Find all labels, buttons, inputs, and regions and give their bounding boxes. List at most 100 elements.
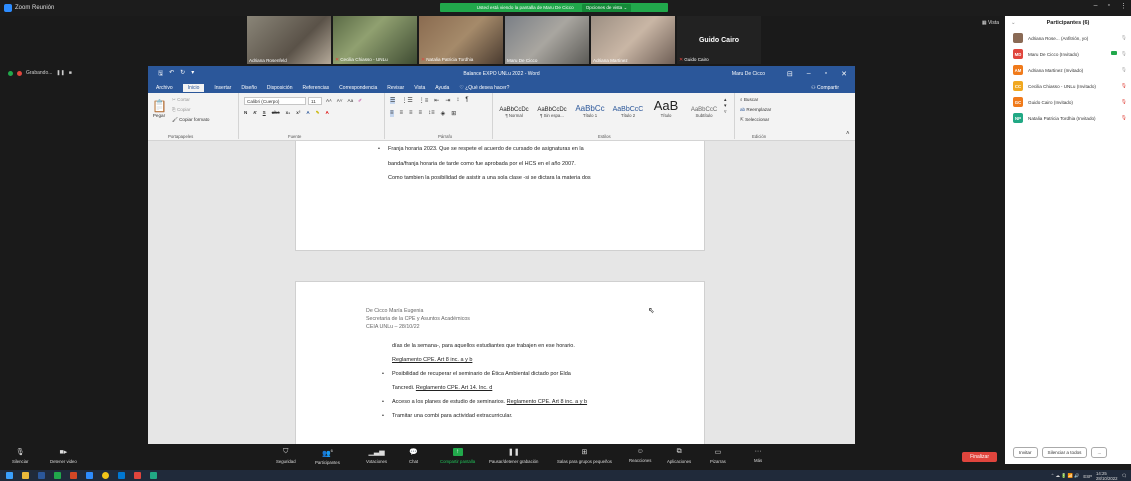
tell-me-search[interactable]: ♡ ¿Qué desea hacer?	[459, 85, 509, 91]
apps-button[interactable]: ⧉ Aplicaciones	[667, 448, 691, 464]
video-tile[interactable]: ✕Cecilia Chiasso - UNLu	[333, 16, 417, 64]
tab-ayuda[interactable]: Ayuda	[435, 85, 449, 91]
stop-icon[interactable]: ■	[69, 70, 72, 76]
start-icon[interactable]	[6, 472, 13, 479]
align-right-icon[interactable]: ≡	[409, 110, 413, 117]
participant-row[interactable]: NP Natalia Patricia Tordhia (Invitado) 🎙	[1005, 110, 1131, 126]
bold-icon[interactable]: N	[244, 110, 247, 116]
participant-row[interactable]: Adriana Rose... (Anfitrión, yo) 🎙	[1005, 30, 1131, 46]
show-formatting-icon[interactable]: ¶	[465, 97, 468, 104]
decrease-indent-icon[interactable]: ⇤	[434, 97, 439, 104]
security-button[interactable]: ⛉ Seguridad	[276, 448, 296, 464]
mute-button[interactable]: 🎙 Silenciar	[12, 448, 28, 464]
invite-button[interactable]: Invitar	[1013, 446, 1038, 458]
mute-all-button[interactable]: Silenciar a todos	[1041, 446, 1088, 458]
view-options-button[interactable]: Opciones de vista ⌄	[581, 3, 632, 12]
format-painter-button[interactable]: 🖌 Copiar formato	[172, 117, 210, 123]
maximize-icon[interactable]: ▫	[1108, 2, 1110, 10]
justify-icon[interactable]: ≡	[419, 110, 423, 117]
app-taskbar-icon[interactable]	[150, 472, 157, 479]
tab-archivo[interactable]: Archivo	[156, 85, 173, 91]
line-spacing-icon[interactable]: ↕≡	[428, 110, 435, 117]
cut-button[interactable]: ✂ Cortar	[172, 97, 190, 103]
record-button[interactable]: ❚❚ Pausar/detener grabación	[489, 448, 538, 464]
more-button[interactable]: ··· Más	[754, 448, 762, 463]
reactions-button[interactable]: ☺ Reacciones	[629, 448, 651, 463]
chevron-down-icon[interactable]: ⌄	[1011, 20, 1016, 26]
maximize-icon[interactable]: ▫	[825, 70, 827, 78]
word-taskbar-icon[interactable]	[38, 472, 45, 479]
style-heading-2[interactable]: AaBbCcC Título 2	[610, 97, 646, 125]
notifications-icon[interactable]: 🗨	[1122, 473, 1127, 479]
strikethrough-icon[interactable]: abc	[272, 110, 280, 116]
app-taskbar-icon[interactable]	[134, 472, 141, 479]
align-center-icon[interactable]: ≡	[400, 110, 404, 117]
ribbon-display-icon[interactable]: ⊟	[787, 70, 793, 78]
font-color-icon[interactable]: A	[326, 110, 329, 116]
zoom-taskbar-icon[interactable]	[86, 472, 93, 479]
highlight-icon[interactable]: ✎	[316, 110, 320, 116]
view-button[interactable]: ▦ Vista	[982, 20, 999, 26]
shrink-font-icon[interactable]: A˅	[337, 98, 343, 104]
word-user-name[interactable]: Maru De Cicco	[732, 71, 765, 77]
polls-button[interactable]: ▁▃▅ Votaciones	[366, 448, 387, 464]
collapse-ribbon-icon[interactable]: ˄	[846, 131, 850, 137]
video-tile[interactable]: Maru De Cicco	[505, 16, 589, 64]
shading-icon[interactable]: ◈	[441, 110, 446, 117]
chat-button[interactable]: 💬 Chat	[409, 448, 418, 464]
multilevel-list-icon[interactable]: ⋮≡	[419, 97, 429, 104]
edge-taskbar-icon[interactable]	[118, 472, 125, 479]
style-subtitle[interactable]: AaBbCcC Subtítulo	[686, 97, 722, 125]
minimize-icon[interactable]: –	[807, 70, 811, 78]
align-left-icon[interactable]: ≡	[390, 110, 394, 117]
style-heading-1[interactable]: AaBbCc Título 1	[572, 97, 608, 125]
select-button[interactable]: ⇱ Seleccionar	[740, 117, 769, 123]
grow-font-icon[interactable]: A˄	[326, 98, 332, 104]
font-name-select[interactable]: Calibri (Cuerpo)	[244, 97, 306, 105]
sort-icon[interactable]: ↕	[456, 97, 459, 104]
tab-vista[interactable]: Vista	[414, 85, 425, 91]
breakout-rooms-button[interactable]: ⊞ Salas para grupos pequeños	[557, 448, 612, 464]
video-tile[interactable]: ✕Natalia Patricia Tordhia	[419, 16, 503, 64]
participant-row[interactable]: GC Guido Cairo (Invitado) 🎙	[1005, 94, 1131, 110]
more-options-button[interactable]: ...	[1091, 446, 1108, 458]
tab-correspondencia[interactable]: Correspondencia	[339, 85, 377, 91]
copy-button[interactable]: ⎘ Copiar	[172, 107, 191, 112]
keyboard-language[interactable]: ESP	[1083, 474, 1092, 479]
share-screen-button[interactable]: ↑ Compartir pantalla	[440, 448, 475, 464]
borders-icon[interactable]: ⊞	[451, 110, 456, 117]
participants-button[interactable]: 👥6 Participantes	[315, 448, 340, 465]
video-tile[interactable]: Adriana Martinez	[591, 16, 675, 64]
font-size-select[interactable]: 11	[308, 97, 322, 105]
video-tile[interactable]: Guido Cairo ✕Guido Cairo	[677, 16, 761, 64]
style-normal[interactable]: AaBbCcDc ¶ Normal	[496, 97, 532, 125]
styles-scroll[interactable]: ▴ ▾ ▿	[724, 97, 727, 115]
participant-row[interactable]: MD Maru De Cicco (Invitado) 🎙	[1005, 46, 1131, 62]
style-no-spacing[interactable]: AaBbCcDc ¶ Sin espa...	[534, 97, 570, 125]
file-explorer-icon[interactable]	[22, 472, 29, 479]
clock[interactable]: 14:25 28/10/2022	[1096, 471, 1118, 481]
whiteboard-button[interactable]: ▭ Pizarras	[710, 448, 726, 464]
text-effects-icon[interactable]: A	[306, 110, 309, 116]
underline-icon[interactable]: S	[263, 110, 266, 116]
tab-referencias[interactable]: Referencias	[302, 85, 329, 91]
tab-revisar[interactable]: Revisar	[387, 85, 404, 91]
increase-indent-icon[interactable]: ⇥	[445, 97, 450, 104]
share-button[interactable]: ⚇ Compartir	[811, 85, 839, 91]
chrome-taskbar-icon[interactable]	[102, 472, 109, 479]
minimize-icon[interactable]: –	[1094, 2, 1098, 10]
paste-button[interactable]: 📋 Pegar	[152, 99, 167, 118]
bullets-icon[interactable]: ☰	[390, 97, 396, 104]
tab-diseno[interactable]: Diseño	[241, 85, 257, 91]
document-area[interactable]: Franja horaria 2023. Que se respete el a…	[148, 141, 855, 450]
end-meeting-button[interactable]: Finalizar	[962, 452, 997, 462]
style-title[interactable]: AaB Título	[648, 97, 684, 125]
subscript-icon[interactable]: x₂	[286, 110, 291, 116]
change-case-icon[interactable]: Aa	[348, 98, 354, 104]
powerpoint-taskbar-icon[interactable]	[70, 472, 77, 479]
superscript-icon[interactable]: x²	[296, 110, 300, 116]
close-icon[interactable]: ⋮	[1120, 2, 1127, 10]
pause-icon[interactable]: ❚❚	[56, 70, 64, 76]
close-icon[interactable]: ✕	[841, 70, 847, 78]
tray-icons[interactable]: ⌃ ☁ 🔋 📶 🔊	[1051, 473, 1080, 479]
